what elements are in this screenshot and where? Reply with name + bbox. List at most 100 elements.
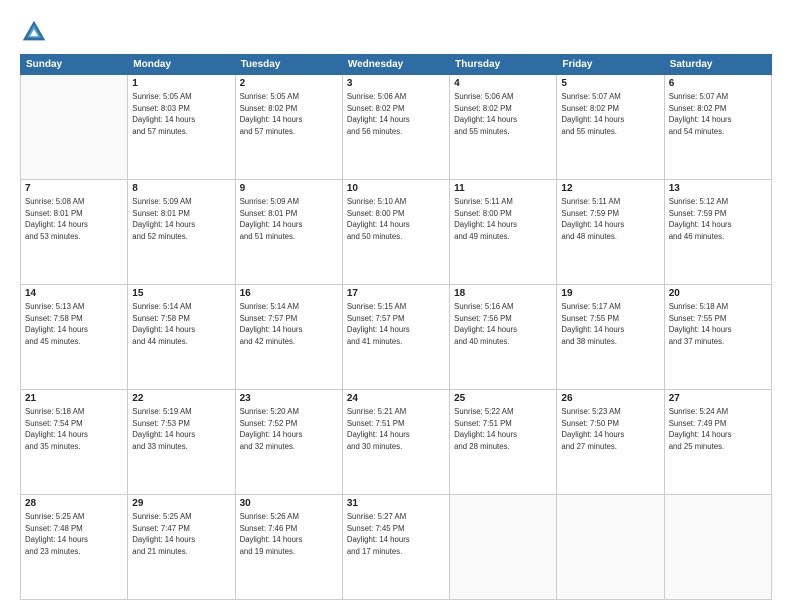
day-cell: 4 Sunrise: 5:06 AMSunset: 8:02 PMDaylight… bbox=[450, 75, 557, 180]
day-number: 24 bbox=[347, 393, 445, 404]
day-number: 23 bbox=[240, 393, 338, 404]
day-cell: 3Sunrise: 5:06 AMSunset: 8:02 PMDaylight… bbox=[342, 75, 449, 180]
day-info: Sunrise: 5:05 AMSunset: 8:03 PMDaylight:… bbox=[132, 91, 230, 138]
day-info: Sunrise: 5:25 AMSunset: 7:47 PMDaylight:… bbox=[132, 511, 230, 558]
day-number: 20 bbox=[669, 288, 767, 299]
day-number: 13 bbox=[669, 183, 767, 194]
day-info: Sunrise: 5:07 AMSunset: 8:02 PMDaylight:… bbox=[669, 91, 767, 138]
day-cell: 8 Sunrise: 5:09 AMSunset: 8:01 PMDaylight… bbox=[128, 180, 235, 285]
day-info: Sunrise: 5:08 AMSunset: 8:01 PMDaylight:… bbox=[25, 196, 123, 243]
day-info: Sunrise: 5:18 AMSunset: 7:54 PMDaylight:… bbox=[25, 406, 123, 453]
day-info: Sunrise: 5:22 AMSunset: 7:51 PMDaylight:… bbox=[454, 406, 552, 453]
day-cell bbox=[557, 495, 664, 600]
day-number: 25 bbox=[454, 393, 552, 404]
calendar-table: SundayMondayTuesdayWednesdayThursdayFrid… bbox=[20, 54, 772, 600]
col-header-wednesday: Wednesday bbox=[342, 55, 449, 75]
day-cell bbox=[664, 495, 771, 600]
col-header-monday: Monday bbox=[128, 55, 235, 75]
col-header-sunday: Sunday bbox=[21, 55, 128, 75]
day-number: 18 bbox=[454, 288, 552, 299]
day-cell: 9Sunrise: 5:09 AMSunset: 8:01 PMDaylight… bbox=[235, 180, 342, 285]
day-cell: 11 Sunrise: 5:11 AMSunset: 8:00 PMDayligh… bbox=[450, 180, 557, 285]
day-cell: 16 Sunrise: 5:14 AMSunset: 7:57 PMDayligh… bbox=[235, 285, 342, 390]
day-number: 31 bbox=[347, 498, 445, 509]
day-cell: 21 Sunrise: 5:18 AMSunset: 7:54 PMDayligh… bbox=[21, 390, 128, 495]
day-info: Sunrise: 5:20 AMSunset: 7:52 PMDaylight:… bbox=[240, 406, 338, 453]
day-info: Sunrise: 5:18 AMSunset: 7:55 PMDaylight:… bbox=[669, 301, 767, 348]
day-info: Sunrise: 5:05 AMSunset: 8:02 PMDaylight:… bbox=[240, 91, 338, 138]
day-cell: 12Sunrise: 5:11 AMSunset: 7:59 PMDayligh… bbox=[557, 180, 664, 285]
day-cell: 26Sunrise: 5:23 AMSunset: 7:50 PMDayligh… bbox=[557, 390, 664, 495]
day-info: Sunrise: 5:27 AMSunset: 7:45 PMDaylight:… bbox=[347, 511, 445, 558]
day-info: Sunrise: 5:24 AMSunset: 7:49 PMDaylight:… bbox=[669, 406, 767, 453]
day-info: Sunrise: 5:19 AMSunset: 7:53 PMDaylight:… bbox=[132, 406, 230, 453]
day-number: 29 bbox=[132, 498, 230, 509]
day-cell bbox=[450, 495, 557, 600]
day-cell: 6 Sunrise: 5:07 AMSunset: 8:02 PMDaylight… bbox=[664, 75, 771, 180]
day-number: 11 bbox=[454, 183, 552, 194]
week-row-2: 7 Sunrise: 5:08 AMSunset: 8:01 PMDaylight… bbox=[21, 180, 772, 285]
day-number: 15 bbox=[132, 288, 230, 299]
day-cell: 13 Sunrise: 5:12 AMSunset: 7:59 PMDayligh… bbox=[664, 180, 771, 285]
day-info: Sunrise: 5:17 AMSunset: 7:55 PMDaylight:… bbox=[561, 301, 659, 348]
week-row-3: 14 Sunrise: 5:13 AMSunset: 7:58 PMDayligh… bbox=[21, 285, 772, 390]
day-number: 14 bbox=[25, 288, 123, 299]
day-cell: 2 Sunrise: 5:05 AMSunset: 8:02 PMDaylight… bbox=[235, 75, 342, 180]
day-cell: 5 Sunrise: 5:07 AMSunset: 8:02 PMDaylight… bbox=[557, 75, 664, 180]
day-info: Sunrise: 5:11 AMSunset: 8:00 PMDaylight:… bbox=[454, 196, 552, 243]
day-info: Sunrise: 5:09 AMSunset: 8:01 PMDaylight:… bbox=[240, 196, 338, 243]
day-cell: 7 Sunrise: 5:08 AMSunset: 8:01 PMDaylight… bbox=[21, 180, 128, 285]
day-info: Sunrise: 5:13 AMSunset: 7:58 PMDaylight:… bbox=[25, 301, 123, 348]
day-info: Sunrise: 5:09 AMSunset: 8:01 PMDaylight:… bbox=[132, 196, 230, 243]
day-info: Sunrise: 5:23 AMSunset: 7:50 PMDaylight:… bbox=[561, 406, 659, 453]
day-number: 17 bbox=[347, 288, 445, 299]
day-cell: 25 Sunrise: 5:22 AMSunset: 7:51 PMDayligh… bbox=[450, 390, 557, 495]
day-cell bbox=[21, 75, 128, 180]
col-header-tuesday: Tuesday bbox=[235, 55, 342, 75]
logo bbox=[20, 18, 52, 46]
header bbox=[20, 18, 772, 46]
day-cell: 22 Sunrise: 5:19 AMSunset: 7:53 PMDayligh… bbox=[128, 390, 235, 495]
day-number: 10 bbox=[347, 183, 445, 194]
day-cell: 19Sunrise: 5:17 AMSunset: 7:55 PMDayligh… bbox=[557, 285, 664, 390]
day-number: 8 bbox=[132, 183, 230, 194]
day-number: 2 bbox=[240, 78, 338, 89]
day-number: 3 bbox=[347, 78, 445, 89]
week-row-4: 21 Sunrise: 5:18 AMSunset: 7:54 PMDayligh… bbox=[21, 390, 772, 495]
day-cell: 28Sunrise: 5:25 AMSunset: 7:48 PMDayligh… bbox=[21, 495, 128, 600]
logo-icon bbox=[20, 18, 48, 46]
day-cell: 18 Sunrise: 5:16 AMSunset: 7:56 PMDayligh… bbox=[450, 285, 557, 390]
day-number: 27 bbox=[669, 393, 767, 404]
day-cell: 1Sunrise: 5:05 AMSunset: 8:03 PMDaylight… bbox=[128, 75, 235, 180]
day-info: Sunrise: 5:06 AMSunset: 8:02 PMDaylight:… bbox=[454, 91, 552, 138]
day-info: Sunrise: 5:15 AMSunset: 7:57 PMDaylight:… bbox=[347, 301, 445, 348]
day-number: 4 bbox=[454, 78, 552, 89]
day-number: 7 bbox=[25, 183, 123, 194]
day-info: Sunrise: 5:11 AMSunset: 7:59 PMDaylight:… bbox=[561, 196, 659, 243]
day-cell: 31 Sunrise: 5:27 AMSunset: 7:45 PMDayligh… bbox=[342, 495, 449, 600]
day-info: Sunrise: 5:16 AMSunset: 7:56 PMDaylight:… bbox=[454, 301, 552, 348]
day-cell: 24 Sunrise: 5:21 AMSunset: 7:51 PMDayligh… bbox=[342, 390, 449, 495]
col-header-thursday: Thursday bbox=[450, 55, 557, 75]
day-number: 6 bbox=[669, 78, 767, 89]
day-info: Sunrise: 5:25 AMSunset: 7:48 PMDaylight:… bbox=[25, 511, 123, 558]
day-info: Sunrise: 5:21 AMSunset: 7:51 PMDaylight:… bbox=[347, 406, 445, 453]
day-number: 30 bbox=[240, 498, 338, 509]
day-number: 21 bbox=[25, 393, 123, 404]
day-info: Sunrise: 5:14 AMSunset: 7:57 PMDaylight:… bbox=[240, 301, 338, 348]
day-cell: 14 Sunrise: 5:13 AMSunset: 7:58 PMDayligh… bbox=[21, 285, 128, 390]
day-cell: 30Sunrise: 5:26 AMSunset: 7:46 PMDayligh… bbox=[235, 495, 342, 600]
col-header-saturday: Saturday bbox=[664, 55, 771, 75]
week-row-1: 1Sunrise: 5:05 AMSunset: 8:03 PMDaylight… bbox=[21, 75, 772, 180]
day-info: Sunrise: 5:10 AMSunset: 8:00 PMDaylight:… bbox=[347, 196, 445, 243]
col-header-friday: Friday bbox=[557, 55, 664, 75]
day-info: Sunrise: 5:14 AMSunset: 7:58 PMDaylight:… bbox=[132, 301, 230, 348]
day-info: Sunrise: 5:12 AMSunset: 7:59 PMDaylight:… bbox=[669, 196, 767, 243]
day-cell: 10 Sunrise: 5:10 AMSunset: 8:00 PMDayligh… bbox=[342, 180, 449, 285]
day-number: 22 bbox=[132, 393, 230, 404]
day-cell: 15 Sunrise: 5:14 AMSunset: 7:58 PMDayligh… bbox=[128, 285, 235, 390]
day-info: Sunrise: 5:07 AMSunset: 8:02 PMDaylight:… bbox=[561, 91, 659, 138]
day-number: 5 bbox=[561, 78, 659, 89]
day-number: 16 bbox=[240, 288, 338, 299]
page: SundayMondayTuesdayWednesdayThursdayFrid… bbox=[0, 0, 792, 612]
